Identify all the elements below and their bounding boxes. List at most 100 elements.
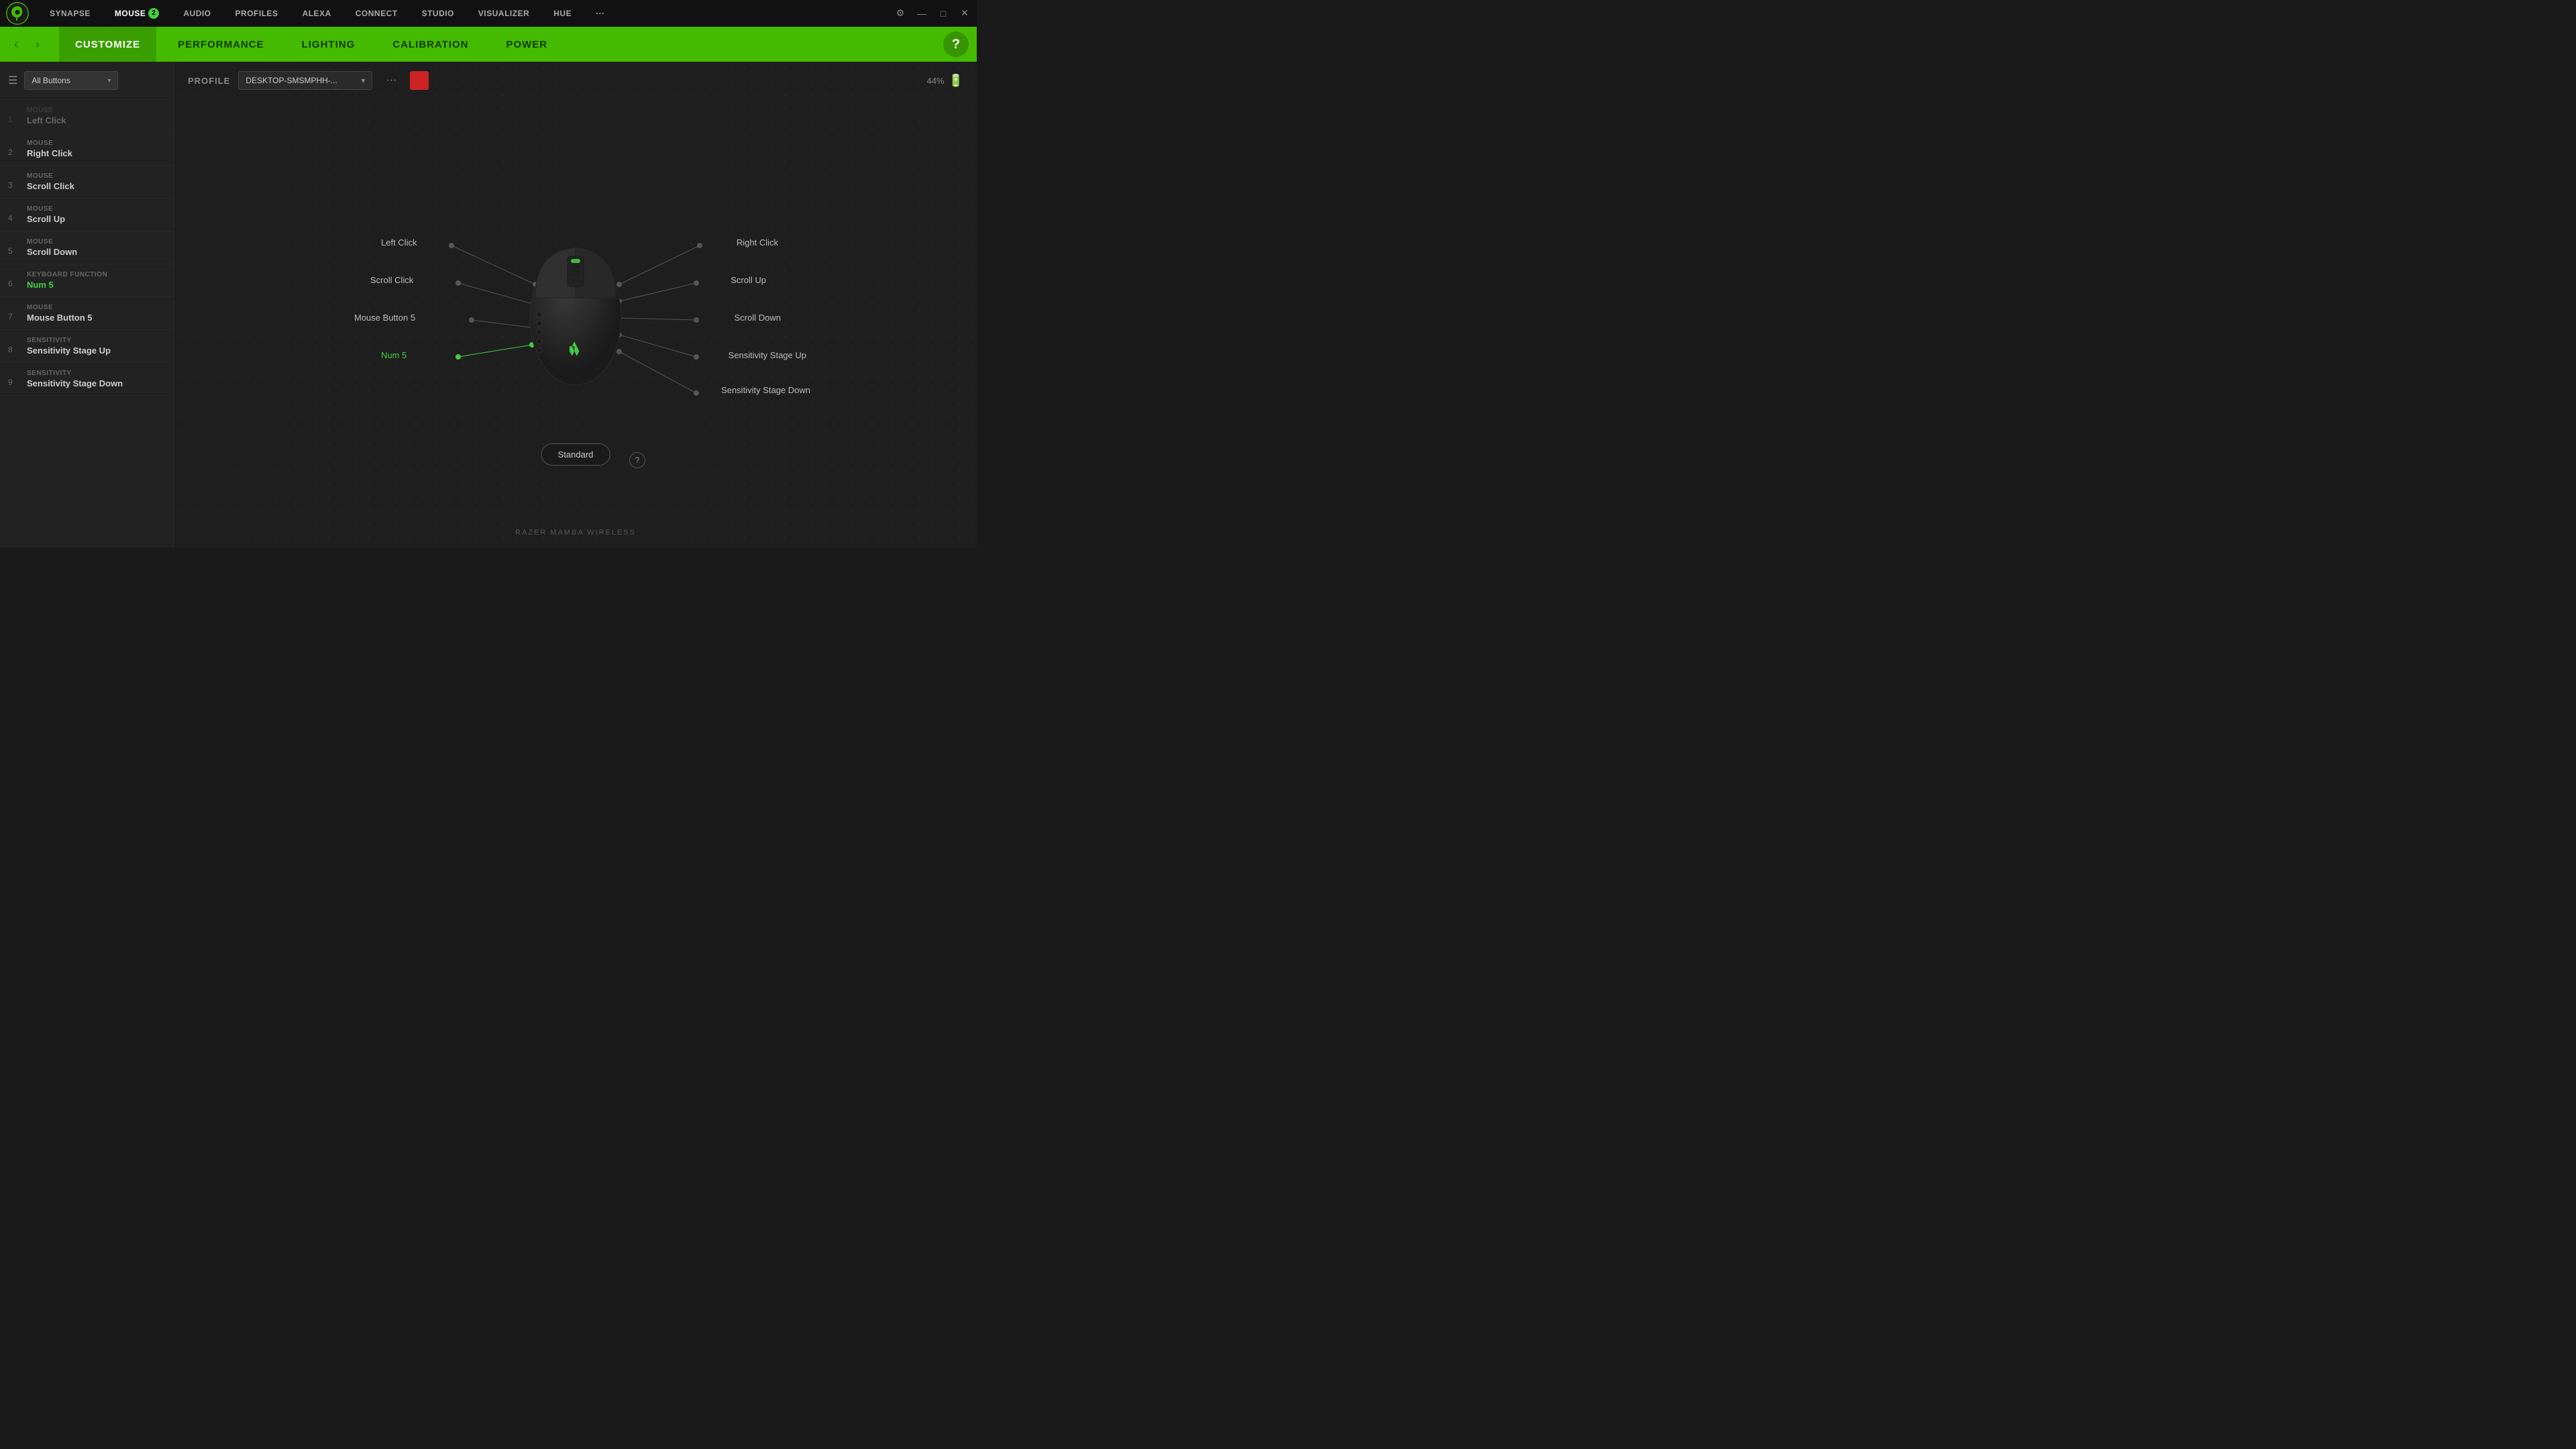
mouse-diagram: Left Click Scroll Click Mouse Button 5 N… [174,102,977,507]
sub-tab-power[interactable]: POWER [490,27,564,62]
battery-percent: 44% [927,76,945,86]
diagram-inner: Left Click Scroll Click Mouse Button 5 N… [341,157,810,452]
profile-label: PROFILE [188,76,230,86]
settings-icon[interactable]: ⚙ [894,7,907,19]
item-category: SENSITIVITY [27,370,123,377]
sub-tab-lighting[interactable]: LIGHTING [286,27,372,62]
nav-item-hue[interactable]: HUE [541,0,584,26]
item-category: MOUSE [27,304,93,311]
nav-item-more[interactable]: ··· [584,0,617,26]
sidebar-item-4[interactable]: 4 MOUSEScroll Up [0,199,174,231]
item-name: Sensitivity Stage Down [27,378,123,388]
item-number: 5 [8,238,19,256]
profile-more-button[interactable]: ··· [380,72,402,89]
sidebar-list: 1MOUSELeft Click2MOUSERight Click3MOUSES… [0,100,174,547]
item-name: Scroll Up [27,214,65,224]
item-category: MOUSE [27,238,77,246]
item-category: MOUSE [27,140,72,147]
profile-color-swatch[interactable] [410,71,429,90]
item-category: MOUSE [27,205,65,213]
label-scroll-click: Scroll Click [370,275,413,285]
razer-logo [5,1,30,25]
label-left-click: Left Click [381,237,417,248]
label-sensitivity-stage-up: Sensitivity Stage Up [729,350,806,360]
sidebar-header: ☰ All Buttons ▾ [0,62,174,100]
sidebar-item-8[interactable]: 8 SENSITIVITYSensitivity Stage Up [0,330,174,363]
sidebar-item-9[interactable]: 9 SENSITIVITYSensitivity Stage Down [0,363,174,396]
item-name: Num 5 [27,280,107,290]
sidebar-item-6[interactable]: 6 KEYBOARD FUNCTION Num 5 [0,264,174,297]
label-scroll-down: Scroll Down [735,313,781,323]
hamburger-icon[interactable]: ☰ [8,74,17,87]
sub-tab-customize[interactable]: CUSTOMIZE [59,27,156,62]
help-button[interactable]: ? [943,32,969,57]
sidebar-item-5[interactable]: 5 MOUSEScroll Down [0,231,174,264]
profile-dropdown[interactable]: DESKTOP-SMSMPHH-... ▾ [238,71,372,90]
label-num-5: Num 5 [381,350,407,360]
nav-item-visualizer[interactable]: VISUALIZER [466,0,541,26]
item-number: 6 [8,271,19,288]
dropdown-label: All Buttons [32,76,70,85]
sidebar-item-2[interactable]: 2 MOUSERight Click [0,133,174,166]
mouse-illustration [508,211,643,398]
main-nav: SYNAPSEMOUSE2AUDIOPROFILESALEXACONNECTST… [38,0,617,26]
device-name: RAZER MAMBA WIRELESS [515,529,636,537]
sub-tab-performance[interactable]: PERFORMANCE [162,27,280,62]
nav-item-profiles[interactable]: PROFILES [223,0,290,26]
nav-arrows: ‹ › [8,38,46,52]
window-controls: ⚙ — □ ✕ [894,7,971,19]
nav-forward-arrow[interactable]: › [30,38,46,52]
nav-item-audio[interactable]: AUDIO [171,0,223,26]
diagram-help-icon[interactable]: ? [629,452,645,468]
sidebar: ☰ All Buttons ▾ 1MOUSELeft Click2MOUSERi… [0,62,174,547]
item-category: MOUSE [27,172,74,180]
profile-bar: PROFILE DESKTOP-SMSMPHH-... ▾ ··· 44% 🔋 [174,62,977,99]
item-name: Sensitivity Stage Up [27,345,111,356]
item-name: Mouse Button 5 [27,313,93,323]
item-number: 4 [8,205,19,223]
item-number: 7 [8,304,19,321]
nav-item-alexa[interactable]: ALEXA [290,0,343,26]
nav-back-arrow[interactable]: ‹ [8,38,24,52]
item-number: 3 [8,172,19,190]
sub-nav: ‹ › CUSTOMIZEPERFORMANCELIGHTINGCALIBRAT… [0,27,977,62]
profile-name: DESKTOP-SMSMPHH-... [246,76,337,85]
minimize-button[interactable]: — [915,8,928,19]
close-button[interactable]: ✕ [958,7,971,19]
main-layout: ☰ All Buttons ▾ 1MOUSELeft Click2MOUSERi… [0,62,977,547]
item-name: Scroll Down [27,247,77,257]
main-content: PROFILE DESKTOP-SMSMPHH-... ▾ ··· 44% 🔋 [174,62,977,547]
label-mouse-button-5: Mouse Button 5 [354,313,415,323]
item-number: 8 [8,337,19,354]
item-category: SENSITIVITY [27,337,111,344]
sidebar-item-7[interactable]: 7 MOUSE Mouse Button 5 [0,297,174,330]
label-right-click: Right Click [737,237,778,248]
sub-tab-calibration[interactable]: CALIBRATION [376,27,484,62]
nav-item-synapse[interactable]: SYNAPSE [38,0,103,26]
nav-badge-mouse: 2 [148,8,159,19]
sidebar-item-1[interactable]: 1 MOUSELeft Click [0,100,174,133]
item-number: 9 [8,370,19,387]
label-scroll-up: Scroll Up [731,275,766,285]
chevron-down-icon: ▾ [107,77,111,85]
item-name: Right Click [27,148,72,158]
maximize-button[interactable]: □ [936,8,950,19]
item-name: Scroll Click [27,181,74,191]
item-category: MOUSE [27,107,66,114]
sub-tabs: CUSTOMIZEPERFORMANCELIGHTINGCALIBRATIONP… [59,27,943,62]
all-buttons-dropdown[interactable]: All Buttons ▾ [24,71,118,90]
item-category: KEYBOARD FUNCTION [27,271,107,278]
item-number: 1 [8,107,19,124]
nav-item-studio[interactable]: STUDIO [410,0,466,26]
nav-item-mouse[interactable]: MOUSE2 [103,0,172,26]
standard-button[interactable]: Standard [541,443,610,466]
profile-chevron-icon: ▾ [361,76,365,85]
item-name: Left Click [27,115,66,125]
battery-icon: 🔋 [949,74,963,88]
battery-indicator: 44% 🔋 [927,74,963,88]
label-sensitivity-stage-down: Sensitivity Stage Down [721,385,810,395]
sidebar-item-3[interactable]: 3 MOUSEScroll Click [0,166,174,199]
nav-item-connect[interactable]: CONNECT [343,0,410,26]
title-bar: SYNAPSEMOUSE2AUDIOPROFILESALEXACONNECTST… [0,0,977,27]
item-number: 2 [8,140,19,157]
